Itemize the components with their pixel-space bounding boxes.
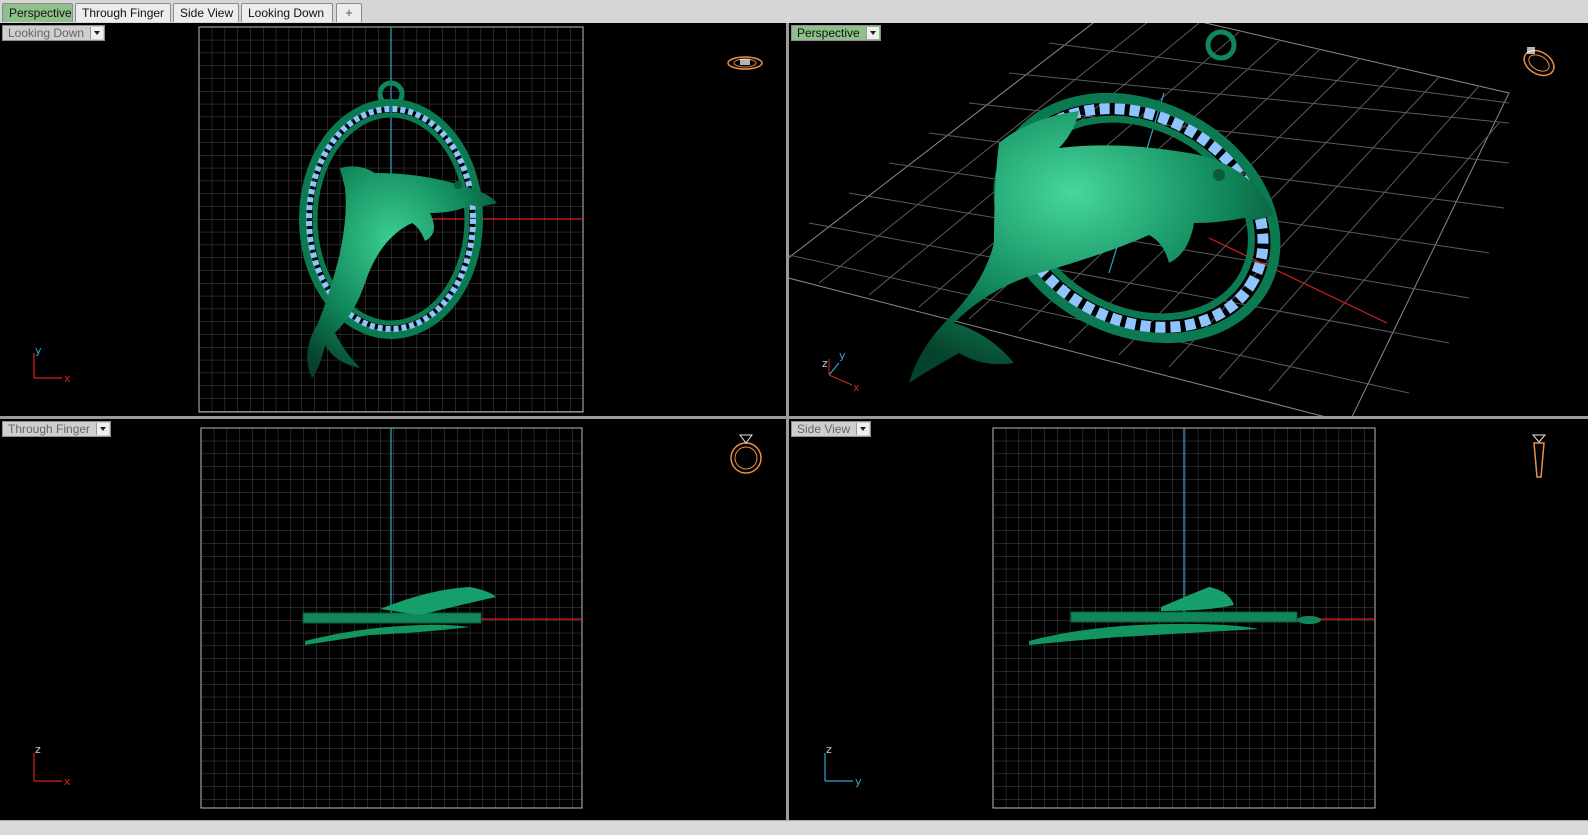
axis-label-z: z xyxy=(35,743,41,756)
viewport-tab-bar: Perspective Through Finger Side View Loo… xyxy=(0,0,1588,24)
tab-side-view[interactable]: Side View xyxy=(173,3,239,22)
axis-label-z: z xyxy=(822,357,828,370)
axis-label-y: y xyxy=(839,349,846,362)
viewport-through-finger[interactable]: z x Through Finger xyxy=(0,419,786,820)
status-bar xyxy=(0,820,1588,835)
viewport-perspective[interactable]: z y x Perspective xyxy=(789,23,1588,416)
side-view-scene xyxy=(992,427,1376,809)
ring-perspective-icon[interactable] xyxy=(1517,41,1561,81)
axis-label-y: y xyxy=(855,775,862,788)
tab-through-finger[interactable]: Through Finger xyxy=(75,3,171,22)
dolphin-eye xyxy=(1213,169,1225,181)
axis-label-y: y xyxy=(35,345,42,357)
tab-perspective[interactable]: Perspective xyxy=(2,3,73,22)
viewport-splitter-vertical[interactable] xyxy=(786,23,789,820)
ring-top-view-icon[interactable] xyxy=(725,53,765,77)
viewport-label-text: Perspective xyxy=(797,26,860,40)
ring-front-view-icon[interactable] xyxy=(726,429,766,479)
perspective-scene xyxy=(789,23,1510,416)
viewport-label-perspective[interactable]: Perspective xyxy=(791,25,881,41)
axis-label-x: x xyxy=(64,775,71,788)
dolphin-body xyxy=(909,111,1274,383)
axis-label-x: x xyxy=(853,381,860,394)
viewport-label-through-finger[interactable]: Through Finger xyxy=(2,421,112,437)
axis-label-x: x xyxy=(64,372,71,385)
viewport-label-text: Side View xyxy=(797,422,851,436)
ring-side-view-icon[interactable] xyxy=(1527,429,1551,481)
viewport-menu-dropdown-icon[interactable] xyxy=(90,27,104,39)
through-finger-scene xyxy=(200,427,583,809)
add-tab-button[interactable]: + xyxy=(336,3,362,22)
axis-triad-yz: z y xyxy=(824,743,862,788)
tab-looking-down[interactable]: Looking Down xyxy=(241,3,333,22)
viewport-label-text: Through Finger xyxy=(8,422,91,436)
viewport-splitter-horizontal[interactable] xyxy=(0,416,1588,419)
viewport-side-view[interactable]: z y Side View xyxy=(789,419,1588,820)
looking-down-scene xyxy=(198,26,584,413)
viewport-label-side-view[interactable]: Side View xyxy=(791,421,872,437)
pendant-bail xyxy=(1205,29,1237,61)
axis-triad-xyz: z y x xyxy=(822,349,860,394)
viewport-looking-down[interactable]: y x Looking Down xyxy=(0,23,786,416)
viewport-menu-dropdown-icon[interactable] xyxy=(96,423,110,435)
axis-label-z: z xyxy=(826,743,832,756)
viewport-menu-dropdown-icon[interactable] xyxy=(856,423,870,435)
viewport-label-looking-down[interactable]: Looking Down xyxy=(2,25,106,41)
axis-triad-xy: y x xyxy=(33,345,71,385)
axis-triad-xz: z x xyxy=(33,743,71,788)
viewport-menu-dropdown-icon[interactable] xyxy=(865,27,879,39)
viewport-label-text: Looking Down xyxy=(8,26,85,40)
